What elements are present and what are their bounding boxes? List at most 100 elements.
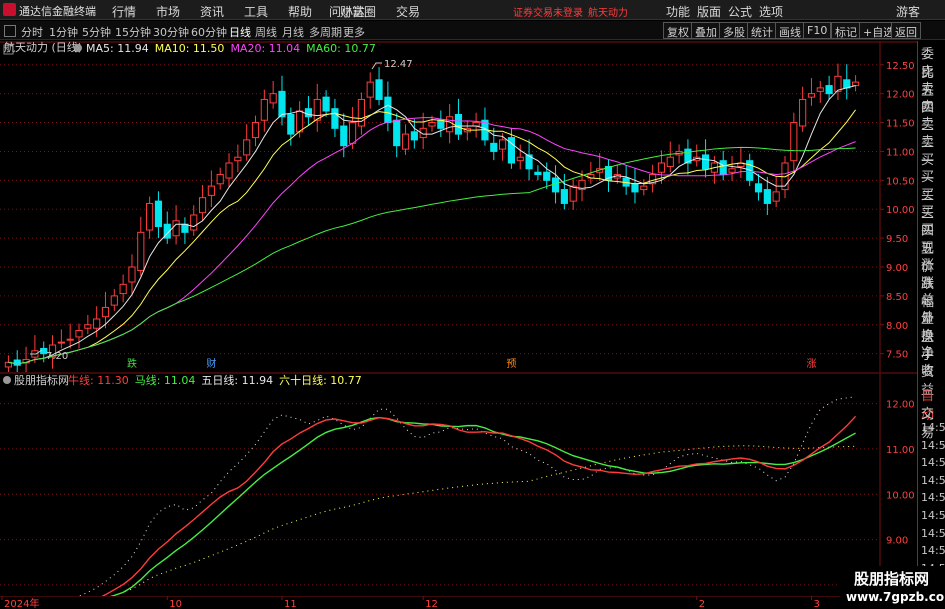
high-pointer	[371, 62, 382, 70]
period-5min[interactable]: 5分钟	[82, 24, 111, 40]
indicator-legend: 牛线: 11.30 马线: 11.04 五日线: 11.94 六十日线: 10.77	[68, 373, 362, 387]
kline-chart[interactable]: 12.50 12.00 11.50 11.00 10.50 10.00 9.50 9.00 8.…	[0, 41, 917, 372]
main-grid	[0, 41, 917, 372]
time-tick: 14:56	[921, 456, 945, 470]
menu-options[interactable]: 选项	[759, 3, 783, 20]
multi-stock-button[interactable]: 多股	[719, 22, 749, 39]
login-status[interactable]: 证券交易未登录	[513, 4, 583, 19]
guest-user[interactable]: 游客	[896, 3, 920, 20]
period-intraday[interactable]: 分时	[21, 24, 43, 40]
menu-news[interactable]: 资讯	[200, 3, 224, 20]
price-tick-label: 11.50	[886, 119, 915, 130]
candle-body	[234, 156, 242, 162]
menu-trade[interactable]: 交易	[396, 3, 420, 20]
panel-toggle-icon[interactable]	[4, 25, 16, 37]
menu-market[interactable]: 市场	[156, 3, 180, 20]
period-daily[interactable]: 日线	[229, 24, 251, 40]
candle-body	[825, 85, 833, 95]
candle-body	[207, 185, 215, 196]
candle-body	[137, 231, 145, 271]
candle-body	[287, 113, 295, 135]
indicator-settings-icon[interactable]	[3, 376, 11, 384]
app-title: 通达信金融终端	[19, 5, 96, 18]
menu-formula[interactable]: 公式	[728, 3, 752, 20]
candle-body	[66, 338, 74, 341]
price-axis: 12.50 12.00 11.50 11.00 10.50 10.00 9.50 9.00 8.…	[880, 61, 915, 361]
date-tick-label: 2024年	[4, 597, 39, 609]
candle-body	[401, 133, 410, 150]
candle-body	[375, 79, 383, 100]
candle-body	[172, 220, 180, 237]
period-30min[interactable]: 30分钟	[153, 24, 189, 40]
main-header: 航天动力 (日线) MA5: 11.94 MA10: 11.50 MA20: 11.…	[3, 41, 376, 55]
menu-wealth[interactable]: 财富圈	[340, 3, 376, 20]
mark-button[interactable]: 标记	[831, 22, 861, 39]
menu-function[interactable]: 功能	[666, 3, 690, 20]
candle-body	[446, 116, 454, 133]
candle-body	[216, 174, 224, 185]
date-axis: 2024年 10 11 12 2 3	[0, 596, 917, 609]
candle-body	[772, 191, 780, 202]
draw-button[interactable]: 画线	[775, 22, 805, 39]
candle-body	[543, 171, 551, 181]
candle-body	[843, 79, 851, 89]
candle-body	[75, 330, 83, 338]
price-tick-label: 10.50	[886, 176, 915, 187]
price-tick-label: 10.00	[886, 205, 915, 216]
time-tick: 14:56	[921, 473, 945, 487]
candle-body	[799, 98, 807, 127]
candle-body	[269, 93, 277, 104]
period-multi[interactable]: 多周期	[309, 24, 342, 40]
candle-body	[331, 108, 339, 129]
candle-body	[278, 90, 286, 118]
candle-body	[313, 98, 321, 121]
candle-body	[57, 341, 65, 344]
candle-body	[851, 81, 860, 87]
overlay-button[interactable]: 叠加	[691, 22, 721, 39]
candle-body	[410, 131, 418, 141]
candle-body	[816, 87, 824, 92]
period-15min[interactable]: 15分钟	[115, 24, 151, 40]
menu-help[interactable]: 帮助	[288, 3, 312, 20]
candle-body	[631, 183, 639, 193]
quote-sidebar: 委比 卖五 卖四 卖三 卖二 卖一 买一 买二 买三 买四 买五 现价 涨跌 涨幅 总量 外盘 换手 净资 收益 自…	[917, 41, 945, 609]
period-monthly[interactable]: 月线	[282, 24, 304, 40]
date-tick-label: 3	[813, 599, 819, 609]
candle-body	[472, 122, 480, 127]
menu-tools[interactable]: 工具	[244, 3, 268, 20]
candle-body	[13, 359, 21, 366]
period-weekly[interactable]: 周线	[255, 24, 277, 40]
candle-body	[110, 295, 118, 306]
f10-button[interactable]: F10	[803, 22, 832, 39]
candle-body	[348, 122, 357, 144]
candle-body	[490, 142, 498, 152]
adjust-button[interactable]: 复权	[663, 22, 693, 39]
chart-title: 航天动力 (日线)	[4, 41, 82, 54]
candle-body	[93, 318, 101, 329]
event-marker: 跌	[127, 357, 137, 370]
price-tick-label: 8.00	[886, 321, 908, 332]
period-1min[interactable]: 1分钟	[49, 24, 78, 40]
bull-line	[101, 415, 857, 596]
price-tick-label: 12.00	[886, 90, 915, 101]
candle-body	[84, 324, 92, 329]
back-button[interactable]: 返回	[891, 22, 921, 39]
low-price-label: 7.20	[46, 351, 68, 362]
menu-layout[interactable]: 版面	[697, 3, 721, 20]
event-marker: 预	[506, 358, 516, 370]
high-price-label: 12.47	[384, 59, 413, 70]
indicator-lines	[78, 396, 857, 596]
candle-body	[657, 162, 666, 173]
ma-legend-item: MA5: 11.94	[86, 42, 149, 55]
candle-body	[384, 96, 392, 124]
menu-quotes[interactable]: 行情	[112, 3, 136, 20]
candle-body	[296, 110, 304, 133]
indicator-legend-item: 牛线: 11.30	[68, 373, 129, 387]
candle-body	[119, 283, 127, 295]
date-tick-label: 10	[169, 599, 182, 609]
indicator-chart[interactable]: 12.0011.0010.009.008.00 股朋指标网 牛线: 11.30马…	[0, 372, 917, 596]
period-more[interactable]: 更多	[343, 24, 365, 40]
period-60min[interactable]: 60分钟	[191, 24, 227, 40]
stats-button[interactable]: 统计	[747, 22, 777, 39]
legend-settings-icon[interactable]	[74, 44, 82, 52]
